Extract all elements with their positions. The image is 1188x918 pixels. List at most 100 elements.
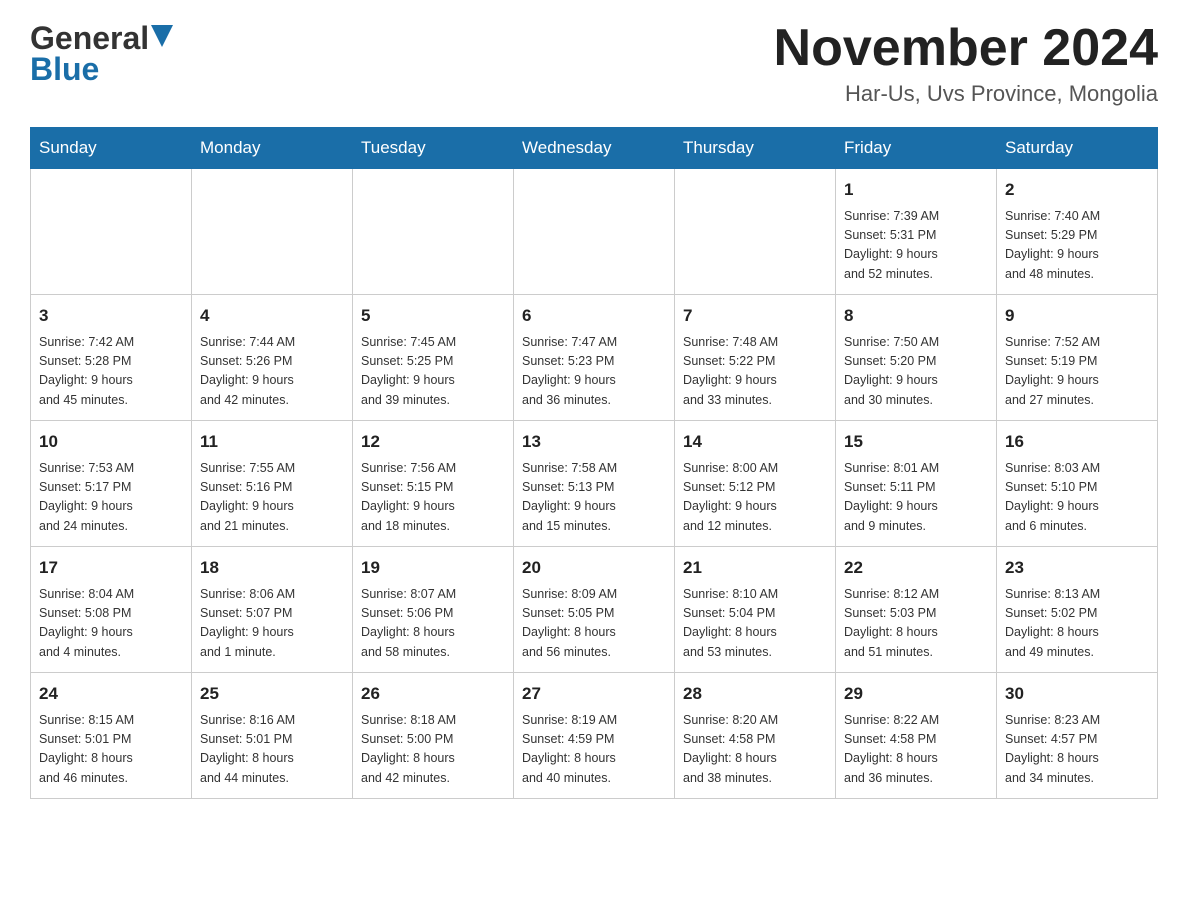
day-info: Sunrise: 8:10 AMSunset: 5:04 PMDaylight:… — [683, 585, 827, 663]
week-row-2: 3Sunrise: 7:42 AMSunset: 5:28 PMDaylight… — [31, 295, 1158, 421]
calendar-cell: 30 Sunrise: 8:23 AMSunset: 4:57 PMDayligh… — [997, 673, 1158, 799]
day-info: Sunrise: 7:45 AMSunset: 5:25 PMDaylight:… — [361, 333, 505, 411]
day-info: Sunrise: 7:55 AMSunset: 5:16 PMDaylight:… — [200, 459, 344, 537]
day-number: 30 — [1005, 681, 1149, 707]
day-number: 26 — [361, 681, 505, 707]
calendar-cell — [31, 169, 192, 295]
day-info: Sunrise: 7:40 AMSunset: 5:29 PMDaylight:… — [1005, 207, 1149, 285]
day-number: 2 — [1005, 177, 1149, 203]
week-row-3: 10Sunrise: 7:53 AMSunset: 5:17 PMDayligh… — [31, 421, 1158, 547]
weekday-header-row: SundayMondayTuesdayWednesdayThursdayFrid… — [31, 128, 1158, 169]
day-info: Sunrise: 7:48 AMSunset: 5:22 PMDaylight:… — [683, 333, 827, 411]
day-info: Sunrise: 7:56 AMSunset: 5:15 PMDaylight:… — [361, 459, 505, 537]
logo-blue: Blue — [30, 51, 99, 88]
calendar-table: SundayMondayTuesdayWednesdayThursdayFrid… — [30, 127, 1158, 799]
calendar-cell: 22Sunrise: 8:12 AMSunset: 5:03 PMDayligh… — [836, 547, 997, 673]
week-row-5: 24 Sunrise: 8:15 AMSunset: 5:01 PMDayligh… — [31, 673, 1158, 799]
calendar-cell: 9 Sunrise: 7:52 AMSunset: 5:19 PMDaylight… — [997, 295, 1158, 421]
day-number: 27 — [522, 681, 666, 707]
day-info: Sunrise: 8:23 AMSunset: 4:57 PMDaylight:… — [1005, 711, 1149, 789]
calendar-cell: 10Sunrise: 7:53 AMSunset: 5:17 PMDayligh… — [31, 421, 192, 547]
calendar-cell: 18 Sunrise: 8:06 AMSunset: 5:07 PMDayligh… — [192, 547, 353, 673]
calendar-cell: 28 Sunrise: 8:20 AMSunset: 4:58 PMDayligh… — [675, 673, 836, 799]
day-info: Sunrise: 8:19 AMSunset: 4:59 PMDaylight:… — [522, 711, 666, 789]
calendar-title: November 2024 — [774, 20, 1158, 77]
week-row-4: 17Sunrise: 8:04 AMSunset: 5:08 PMDayligh… — [31, 547, 1158, 673]
header: General Blue November 2024 Har-Us, Uvs P… — [30, 20, 1158, 107]
day-number: 6 — [522, 303, 666, 329]
calendar-subtitle: Har-Us, Uvs Province, Mongolia — [774, 81, 1158, 107]
day-number: 4 — [200, 303, 344, 329]
day-info: Sunrise: 8:07 AMSunset: 5:06 PMDaylight:… — [361, 585, 505, 663]
calendar-cell: 12 Sunrise: 7:56 AMSunset: 5:15 PMDayligh… — [353, 421, 514, 547]
title-area: November 2024 Har-Us, Uvs Province, Mong… — [774, 20, 1158, 107]
day-info: Sunrise: 8:12 AMSunset: 5:03 PMDaylight:… — [844, 585, 988, 663]
calendar-cell: 24 Sunrise: 8:15 AMSunset: 5:01 PMDayligh… — [31, 673, 192, 799]
day-info: Sunrise: 8:06 AMSunset: 5:07 PMDaylight:… — [200, 585, 344, 663]
day-number: 24 — [39, 681, 183, 707]
day-info: Sunrise: 7:47 AMSunset: 5:23 PMDaylight:… — [522, 333, 666, 411]
calendar-cell: 26Sunrise: 8:18 AMSunset: 5:00 PMDayligh… — [353, 673, 514, 799]
day-number: 21 — [683, 555, 827, 581]
calendar-cell: 16 Sunrise: 8:03 AMSunset: 5:10 PMDayligh… — [997, 421, 1158, 547]
day-number: 18 — [200, 555, 344, 581]
day-number: 11 — [200, 429, 344, 455]
day-number: 1 — [844, 177, 988, 203]
weekday-header-thursday: Thursday — [675, 128, 836, 169]
calendar-cell: 5 Sunrise: 7:45 AMSunset: 5:25 PMDaylight… — [353, 295, 514, 421]
calendar-cell: 19Sunrise: 8:07 AMSunset: 5:06 PMDayligh… — [353, 547, 514, 673]
day-number: 20 — [522, 555, 666, 581]
calendar-cell — [514, 169, 675, 295]
day-number: 29 — [844, 681, 988, 707]
day-info: Sunrise: 8:15 AMSunset: 5:01 PMDaylight:… — [39, 711, 183, 789]
day-info: Sunrise: 7:52 AMSunset: 5:19 PMDaylight:… — [1005, 333, 1149, 411]
calendar-cell: 15 Sunrise: 8:01 AMSunset: 5:11 PMDayligh… — [836, 421, 997, 547]
day-info: Sunrise: 7:50 AMSunset: 5:20 PMDaylight:… — [844, 333, 988, 411]
day-info: Sunrise: 7:58 AMSunset: 5:13 PMDaylight:… — [522, 459, 666, 537]
day-info: Sunrise: 8:03 AMSunset: 5:10 PMDaylight:… — [1005, 459, 1149, 537]
day-number: 23 — [1005, 555, 1149, 581]
calendar-cell: 4 Sunrise: 7:44 AMSunset: 5:26 PMDaylight… — [192, 295, 353, 421]
calendar-cell: 8Sunrise: 7:50 AMSunset: 5:20 PMDaylight… — [836, 295, 997, 421]
calendar-cell: 27 Sunrise: 8:19 AMSunset: 4:59 PMDayligh… — [514, 673, 675, 799]
calendar-cell: 6 Sunrise: 7:47 AMSunset: 5:23 PMDaylight… — [514, 295, 675, 421]
day-info: Sunrise: 7:42 AMSunset: 5:28 PMDaylight:… — [39, 333, 183, 411]
calendar-cell: 29Sunrise: 8:22 AMSunset: 4:58 PMDayligh… — [836, 673, 997, 799]
calendar-cell: 3Sunrise: 7:42 AMSunset: 5:28 PMDaylight… — [31, 295, 192, 421]
day-number: 28 — [683, 681, 827, 707]
day-number: 15 — [844, 429, 988, 455]
day-info: Sunrise: 8:04 AMSunset: 5:08 PMDaylight:… — [39, 585, 183, 663]
day-info: Sunrise: 8:20 AMSunset: 4:58 PMDaylight:… — [683, 711, 827, 789]
calendar-cell: 1 Sunrise: 7:39 AMSunset: 5:31 PMDaylight… — [836, 169, 997, 295]
week-row-1: 1 Sunrise: 7:39 AMSunset: 5:31 PMDaylight… — [31, 169, 1158, 295]
day-number: 7 — [683, 303, 827, 329]
day-info: Sunrise: 8:00 AMSunset: 5:12 PMDaylight:… — [683, 459, 827, 537]
calendar-cell: 21 Sunrise: 8:10 AMSunset: 5:04 PMDayligh… — [675, 547, 836, 673]
day-info: Sunrise: 8:01 AMSunset: 5:11 PMDaylight:… — [844, 459, 988, 537]
day-info: Sunrise: 7:39 AMSunset: 5:31 PMDaylight:… — [844, 207, 988, 285]
day-info: Sunrise: 7:44 AMSunset: 5:26 PMDaylight:… — [200, 333, 344, 411]
day-number: 12 — [361, 429, 505, 455]
day-number: 16 — [1005, 429, 1149, 455]
day-number: 13 — [522, 429, 666, 455]
calendar-cell: 20 Sunrise: 8:09 AMSunset: 5:05 PMDayligh… — [514, 547, 675, 673]
logo-triangle-icon — [151, 25, 173, 47]
weekday-header-monday: Monday — [192, 128, 353, 169]
day-number: 25 — [200, 681, 344, 707]
calendar-cell — [353, 169, 514, 295]
calendar-cell: 13 Sunrise: 7:58 AMSunset: 5:13 PMDayligh… — [514, 421, 675, 547]
day-number: 10 — [39, 429, 183, 455]
calendar-cell — [192, 169, 353, 295]
calendar-cell: 11 Sunrise: 7:55 AMSunset: 5:16 PMDayligh… — [192, 421, 353, 547]
day-number: 9 — [1005, 303, 1149, 329]
day-number: 5 — [361, 303, 505, 329]
day-info: Sunrise: 8:13 AMSunset: 5:02 PMDaylight:… — [1005, 585, 1149, 663]
weekday-header-wednesday: Wednesday — [514, 128, 675, 169]
weekday-header-saturday: Saturday — [997, 128, 1158, 169]
calendar-cell: 14Sunrise: 8:00 AMSunset: 5:12 PMDayligh… — [675, 421, 836, 547]
calendar-cell: 23 Sunrise: 8:13 AMSunset: 5:02 PMDayligh… — [997, 547, 1158, 673]
calendar-cell: 2 Sunrise: 7:40 AMSunset: 5:29 PMDaylight… — [997, 169, 1158, 295]
day-info: Sunrise: 8:09 AMSunset: 5:05 PMDaylight:… — [522, 585, 666, 663]
weekday-header-tuesday: Tuesday — [353, 128, 514, 169]
calendar-cell: 7 Sunrise: 7:48 AMSunset: 5:22 PMDaylight… — [675, 295, 836, 421]
